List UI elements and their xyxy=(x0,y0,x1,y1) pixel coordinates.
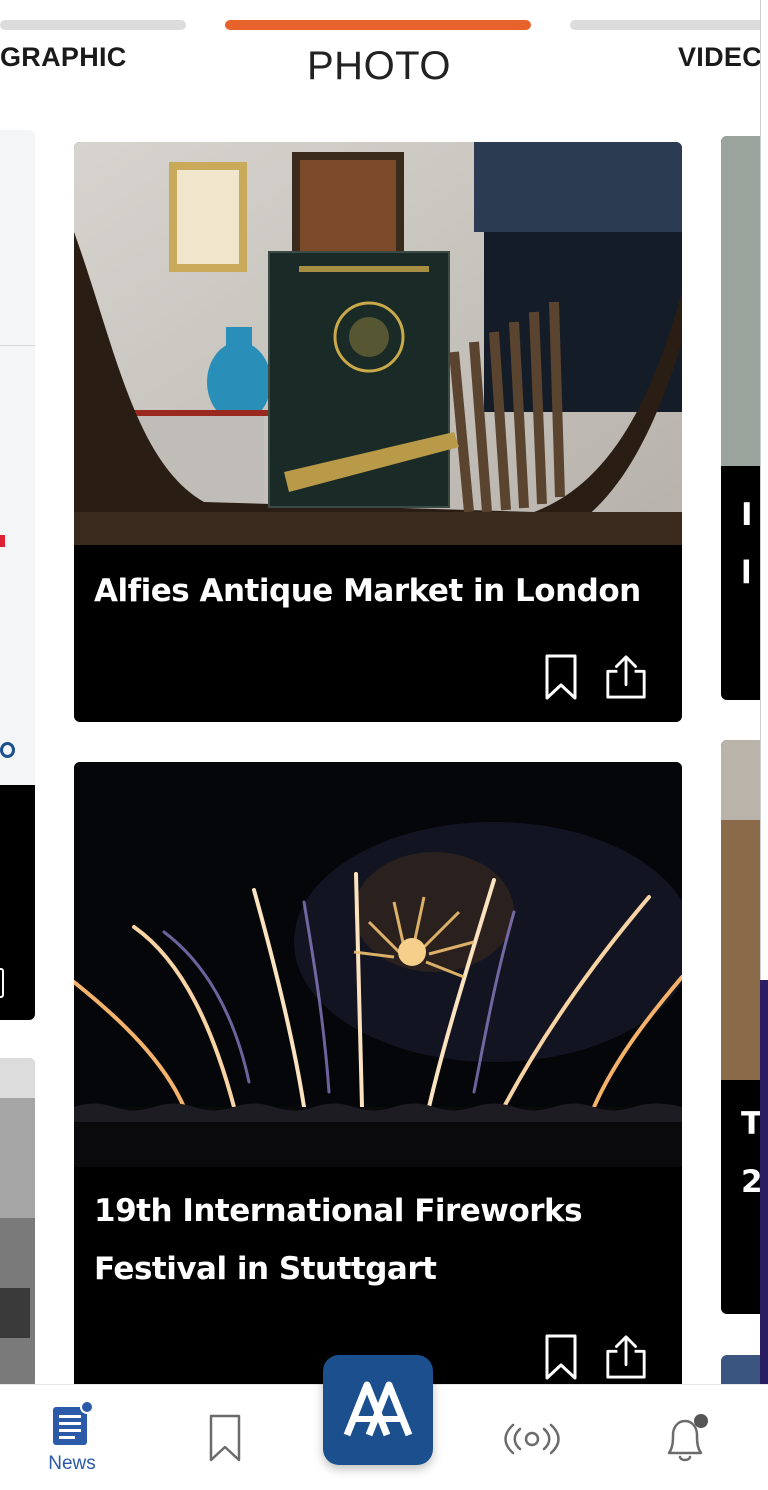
photo-card[interactable]: 19th International Fireworks Festival in… xyxy=(74,762,682,1402)
card-title[interactable]: 19th International Fireworks Festival in… xyxy=(94,1182,662,1298)
share-button[interactable] xyxy=(604,1332,648,1382)
aa-logo-button[interactable] xyxy=(323,1355,433,1465)
card-title-line-2: Festival in Stuttgart xyxy=(94,1251,437,1287)
bookmark-button[interactable] xyxy=(539,652,583,702)
card-photo-antique xyxy=(74,142,682,545)
tab-indicator-video xyxy=(570,20,768,30)
tab-graphic[interactable]: GRAPHIC xyxy=(0,42,127,73)
nav-news-label: News xyxy=(48,1453,96,1474)
right-peek-title: T 2 xyxy=(741,1106,763,1200)
tab-indicator-photo xyxy=(225,20,531,30)
section-tabbar: GRAPHIC PHOTO VIDEC xyxy=(0,0,768,100)
bookmark-icon xyxy=(209,1414,241,1462)
card-title-line-1: 19th International Fireworks xyxy=(94,1193,583,1229)
tab-photo[interactable]: PHOTO xyxy=(307,44,451,89)
tab-video[interactable]: VIDEC xyxy=(678,42,762,73)
nav-news[interactable]: News xyxy=(30,1399,114,1490)
tab-indicator-graphic xyxy=(0,20,186,30)
news-icon xyxy=(53,1400,94,1445)
right-edge-strip xyxy=(760,0,768,980)
left-peek-card-2[interactable] xyxy=(0,1058,35,1388)
nav-live[interactable] xyxy=(497,1423,567,1490)
bookmark-button[interactable] xyxy=(539,1332,583,1382)
nav-bookmarks[interactable] xyxy=(195,1413,255,1490)
share-button[interactable] xyxy=(604,652,648,702)
card-title[interactable]: Alfies Antique Market in London xyxy=(94,562,662,620)
left-peek-card-1[interactable] xyxy=(0,130,35,1020)
nav-notifications[interactable] xyxy=(655,1413,715,1490)
live-radio-icon xyxy=(504,1423,560,1455)
bookmark-icon xyxy=(545,1334,577,1380)
notification-bell-icon xyxy=(667,1414,708,1462)
aa-logo-icon xyxy=(343,1381,413,1437)
photo-card[interactable]: Alfies Antique Market in London xyxy=(74,142,682,722)
share-icon xyxy=(606,1335,646,1379)
card-photo-fireworks xyxy=(74,762,682,1167)
right-peek-title: I l xyxy=(741,497,753,591)
bookmark-icon xyxy=(545,654,577,700)
left-peek-photo xyxy=(0,1058,35,1388)
share-icon xyxy=(606,655,646,699)
